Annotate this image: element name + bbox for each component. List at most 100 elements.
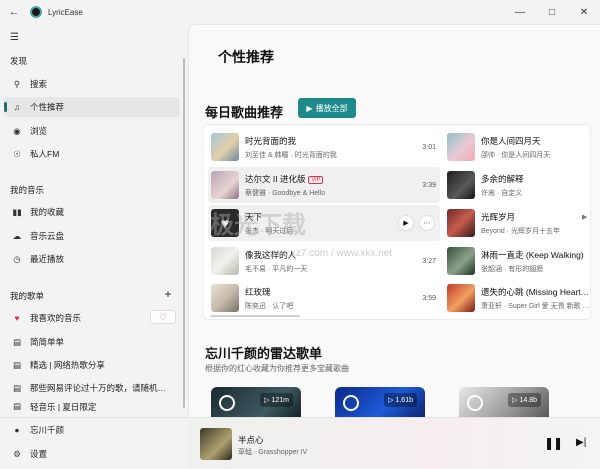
- song-artist: Beyond · 光辉岁月十五年: [481, 227, 560, 235]
- play-all-label: 播放全部: [315, 103, 348, 113]
- list-item[interactable]: 你是人间四月天 邵帅 · 你是人间四月天: [444, 129, 590, 165]
- daily-songs-list: 时光背面的我 刘至佳 & 韩瞳 · 时光背面的我 3:01 达尔文 II 进化版…: [203, 124, 591, 320]
- sidebar-item-user[interactable]: ● 忘川千颜: [4, 420, 180, 440]
- song-duration: 3:01: [422, 143, 436, 151]
- list-item[interactable]: 光辉岁月 Beyond · 光辉岁月十五年: [444, 205, 590, 241]
- sidebar-scrollbar[interactable]: [183, 58, 185, 408]
- now-playing-cover[interactable]: [200, 428, 232, 460]
- song-artist: 萧亚轩 · Super Girl 爱 无畏 新歌 + 精选: [481, 302, 590, 310]
- chevron-right-icon[interactable]: ▶: [582, 213, 587, 221]
- song-artist: 毛不易 · 平凡的一天: [245, 265, 308, 273]
- list-item[interactable]: 时光背面的我 刘至佳 & 韩瞳 · 时光背面的我 3:01: [208, 129, 440, 165]
- sidebar-item-label: 简简单单: [30, 337, 65, 347]
- close-icon[interactable]: ✕: [568, 0, 600, 24]
- next-track-icon[interactable]: ▶|: [576, 437, 586, 448]
- song-name: 像我这样的人: [245, 249, 297, 260]
- player-bar: 半点心 草蜢 · Grasshopper IV ❚❚ ▶|: [188, 417, 600, 469]
- sidebar-item-playlist[interactable]: ▤ 精选 | 网络热歌分享: [4, 355, 180, 375]
- song-name: 你是人间四月天: [481, 135, 541, 146]
- play-icon: ▷: [388, 397, 394, 404]
- sidebar-item-fm[interactable]: ☉ 私人FM: [4, 144, 180, 164]
- song-artist: 刘至佳 & 韩瞳 · 时光背面的我: [245, 151, 337, 159]
- now-playing-artist[interactable]: 草蜢 · Grasshopper IV: [238, 447, 307, 457]
- play-count-badge: ▷ 1.61b: [384, 393, 417, 407]
- window-controls: — □ ✕: [504, 0, 600, 24]
- song-duration: 3:27: [422, 257, 436, 265]
- liked-heart-icon[interactable]: ♥: [211, 209, 239, 237]
- play-all-button[interactable]: ▶ 播放全部: [298, 98, 356, 118]
- play-count-badge: ▷ 121m: [260, 393, 293, 407]
- sidebar-item-playlist[interactable]: ▤ 轻音乐 | 夏日限定: [4, 401, 180, 413]
- app-window: ← LyricEase — □ ✕ ☰ 发现 ⚲ 搜索 ♫ 个性推荐 ◉ 浏览 …: [0, 0, 600, 469]
- sidebar-item-label: 我喜欢的音乐: [30, 313, 82, 323]
- sidebar-item-browse[interactable]: ◉ 浏览: [4, 121, 180, 141]
- back-arrow-icon[interactable]: ←: [0, 0, 28, 24]
- list-item[interactable]: 遗失的心跳 (Missing Heartbeat) 萧亚轩 · Super Gi…: [444, 280, 590, 316]
- library-icon: ▮▮: [12, 206, 22, 217]
- heart-mode-button[interactable]: ♡: [150, 310, 176, 324]
- song-duration: 3:39: [422, 181, 436, 189]
- playlist-icon: ▤: [12, 401, 22, 411]
- list-item[interactable]: 像我这样的人 毛不易 · 平凡的一天 3:27: [208, 243, 440, 279]
- more-options-icon[interactable]: ⋯: [419, 215, 435, 231]
- headphone-icon: ♫: [13, 102, 21, 112]
- song-artist: 蔡健雅 · Goodbye & Hello: [245, 189, 326, 197]
- clock-icon: ◷: [13, 253, 21, 264]
- sidebar-item-recommend[interactable]: ♫ 个性推荐: [4, 97, 180, 117]
- user-name: 忘川千颜: [30, 425, 65, 435]
- gear-icon: ⚙: [13, 448, 21, 459]
- list-item[interactable]: 多余的解释 许嵩 · 自定义: [444, 167, 590, 203]
- cloud-icon: ☁: [12, 230, 22, 241]
- sidebar-item-cloud[interactable]: ☁ 音乐云盘: [4, 226, 180, 246]
- play-icon: ▶: [306, 103, 313, 113]
- sidebar-item-label: 音乐云盘: [30, 231, 65, 241]
- now-playing-song[interactable]: 半点心: [238, 434, 264, 446]
- radar-playlist-subtitle: 根据你的红心收藏为你推荐更多宝藏歌曲: [205, 364, 349, 373]
- sidebar-item-label: 我的收藏: [30, 207, 65, 217]
- sidebar-item-label: 个性推荐: [30, 102, 65, 112]
- sidebar-item-label: 轻音乐 | 夏日限定: [30, 402, 97, 412]
- pause-icon[interactable]: ❚❚: [544, 436, 563, 450]
- play-count: 14.8b: [519, 396, 537, 404]
- song-artist: 许嵩 · 自定义: [481, 189, 523, 197]
- song-name: 遗失的心跳 (Missing Heartbeat): [481, 286, 590, 297]
- album-cover: [447, 209, 475, 237]
- album-cover: [447, 284, 475, 312]
- hamburger-menu-icon[interactable]: ☰: [10, 32, 19, 43]
- play-song-button[interactable]: ▶: [398, 215, 414, 231]
- list-item[interactable]: 达尔文 II 进化版 VIP 蔡健雅 · Goodbye & Hello 3:39: [208, 167, 440, 203]
- radio-icon: ☉: [13, 148, 21, 159]
- album-cover: [211, 284, 239, 312]
- playlist-icon: ▤: [12, 336, 22, 347]
- netease-logo-icon: [467, 395, 483, 411]
- song-name: 淋雨一直走 (Keep Walking): [481, 249, 584, 260]
- album-cover: [447, 247, 475, 275]
- list-item[interactable]: ♥ 天下 张杰 · 明天过后 ▶ ⋯: [208, 205, 440, 241]
- sidebar-item-search[interactable]: ⚲ 搜索: [4, 74, 180, 94]
- sidebar-item-label: 浏览: [30, 126, 48, 136]
- maximize-icon[interactable]: □: [536, 0, 568, 24]
- song-artist: 陈奕迅 · 认了吧: [245, 302, 294, 310]
- radar-playlist-title: 忘川千颜的雷达歌单: [205, 346, 323, 361]
- song-name: 红玫瑰: [245, 286, 271, 297]
- horizontal-scrollbar[interactable]: [210, 315, 300, 317]
- sidebar-item-recent[interactable]: ◷ 最近播放: [4, 249, 180, 269]
- daily-songs-title: 每日歌曲推荐: [205, 105, 284, 120]
- sidebar-item-label: 搜索: [30, 79, 48, 89]
- app-title: LyricEase: [48, 7, 83, 17]
- sidebar-item-favorites[interactable]: ▮▮ 我的收藏: [4, 202, 180, 222]
- list-item[interactable]: 红玫瑰 陈奕迅 · 认了吧 3:59: [208, 280, 440, 316]
- sidebar-item-settings[interactable]: ⚙ 设置: [4, 444, 180, 464]
- user-icon: ●: [14, 425, 20, 435]
- search-icon: ⚲: [13, 78, 21, 89]
- playlist-icon: ▤: [12, 359, 22, 370]
- sidebar-item-label: 精选 | 网络热歌分享: [30, 360, 105, 370]
- list-item[interactable]: 淋雨一直走 (Keep Walking) 张韶涵 · 有形的翅膀: [444, 243, 590, 279]
- song-name: 天下: [245, 211, 263, 222]
- sidebar: ☰ 发现 ⚲ 搜索 ♫ 个性推荐 ◉ 浏览 ☉ 私人FM 我的音乐 ▮▮ 我的收…: [0, 24, 188, 469]
- add-playlist-button[interactable]: +: [160, 287, 176, 303]
- minimize-icon[interactable]: —: [504, 0, 536, 24]
- sidebar-item-playlist[interactable]: ▤ 那些网易评论过十万的歌，请随机播放。: [4, 378, 180, 398]
- sidebar-item-liked[interactable]: ♥ 我喜欢的音乐: [4, 308, 144, 328]
- sidebar-item-playlist[interactable]: ▤ 简简单单: [4, 332, 180, 352]
